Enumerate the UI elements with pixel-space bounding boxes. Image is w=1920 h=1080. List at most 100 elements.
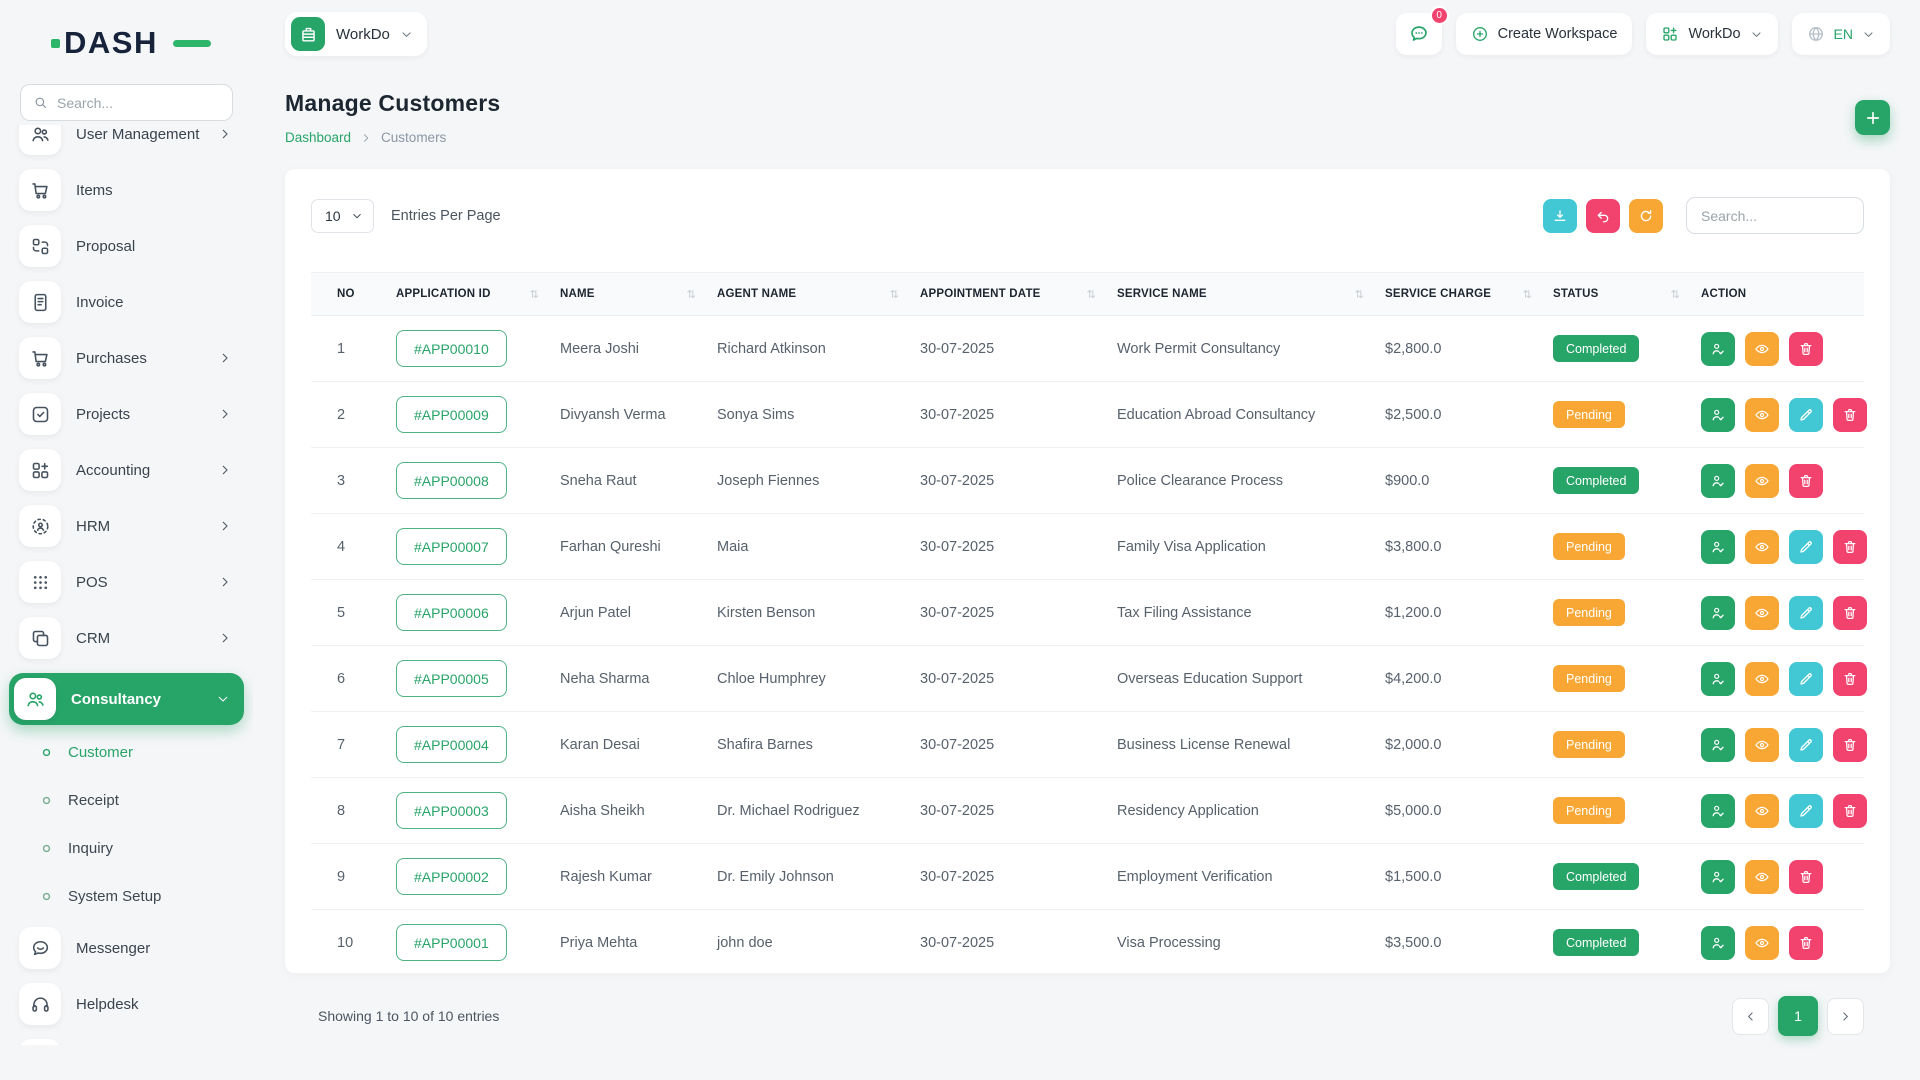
- eye-icon: [1754, 473, 1770, 489]
- sidebar-item-consultancy[interactable]: Consultancy: [9, 673, 244, 725]
- assign-agent-button[interactable]: [1701, 860, 1735, 894]
- edit-button[interactable]: [1789, 728, 1823, 762]
- sidebar-item-settings[interactable]: Settings: [13, 1039, 240, 1045]
- application-id-badge[interactable]: #APP00007: [396, 528, 507, 565]
- edit-button[interactable]: [1789, 794, 1823, 828]
- sidebar-item-hrm[interactable]: HRM: [13, 505, 240, 547]
- sidebar-item-items[interactable]: Items: [13, 169, 240, 211]
- sidebar-subitem-inquiry[interactable]: Inquiry: [13, 831, 240, 865]
- export-button[interactable]: [1543, 199, 1577, 233]
- add-customer-button[interactable]: [1855, 100, 1890, 135]
- sidebar-item-user-management[interactable]: User Management: [13, 125, 240, 155]
- column-header-appointment-date[interactable]: APPOINTMENT DATE⇅: [913, 288, 1110, 301]
- assign-agent-button[interactable]: [1701, 728, 1735, 762]
- view-button[interactable]: [1745, 728, 1779, 762]
- view-button[interactable]: [1745, 332, 1779, 366]
- view-button[interactable]: [1745, 860, 1779, 894]
- sidebar-search-input[interactable]: [57, 95, 220, 111]
- delete-button[interactable]: [1789, 860, 1823, 894]
- grid-plus-icon: [1661, 25, 1679, 43]
- column-header-name[interactable]: NAME⇅: [553, 288, 710, 301]
- column-header-agent-name[interactable]: AGENT NAME⇅: [710, 288, 913, 301]
- table-row: 1 #APP00010 Meera Joshi Richard Atkinson…: [311, 316, 1864, 382]
- assign-agent-button[interactable]: [1701, 332, 1735, 366]
- application-id-badge[interactable]: #APP00004: [396, 726, 507, 763]
- sidebar-item-invoice[interactable]: Invoice: [13, 281, 240, 323]
- sidebar-item-pos[interactable]: POS: [13, 561, 240, 603]
- status-badge: Pending: [1553, 731, 1625, 758]
- language-selector[interactable]: EN: [1792, 13, 1890, 55]
- delete-button[interactable]: [1789, 332, 1823, 366]
- appointment-date: 30-07-2025: [913, 539, 1110, 555]
- customer-name: Neha Sharma: [553, 671, 710, 687]
- refresh-button[interactable]: [1629, 199, 1663, 233]
- column-header-status[interactable]: STATUS⇅: [1546, 288, 1694, 301]
- sidebar-item-projects[interactable]: Projects: [13, 393, 240, 435]
- column-header-service-charge[interactable]: SERVICE CHARGE⇅: [1378, 288, 1546, 301]
- delete-button[interactable]: [1833, 728, 1867, 762]
- delete-button[interactable]: [1789, 926, 1823, 960]
- edit-button[interactable]: [1789, 530, 1823, 564]
- view-button[interactable]: [1745, 596, 1779, 630]
- create-workspace-button[interactable]: Create Workspace: [1456, 13, 1633, 55]
- view-button[interactable]: [1745, 530, 1779, 564]
- column-header-service-name[interactable]: SERVICE NAME⇅: [1110, 288, 1378, 301]
- sidebar-item-purchases[interactable]: Purchases: [13, 337, 240, 379]
- service-name: Overseas Education Support: [1110, 671, 1378, 687]
- view-button[interactable]: [1745, 662, 1779, 696]
- application-id-badge[interactable]: #APP00009: [396, 396, 507, 433]
- prev-page-button[interactable]: [1732, 998, 1769, 1035]
- application-id-badge[interactable]: #APP00008: [396, 462, 507, 499]
- user-check-icon: [1710, 341, 1726, 357]
- next-page-button[interactable]: [1827, 998, 1864, 1035]
- view-button[interactable]: [1745, 398, 1779, 432]
- sidebar-item-proposal[interactable]: Proposal: [13, 225, 240, 267]
- breadcrumb-dashboard[interactable]: Dashboard: [285, 130, 351, 145]
- application-id-badge[interactable]: #APP00003: [396, 792, 507, 829]
- sidebar-item-helpdesk[interactable]: Helpdesk: [13, 983, 240, 1025]
- sort-icon: ⇅: [1671, 288, 1680, 301]
- edit-button[interactable]: [1789, 398, 1823, 432]
- delete-button[interactable]: [1833, 662, 1867, 696]
- delete-button[interactable]: [1833, 596, 1867, 630]
- assign-agent-button[interactable]: [1701, 464, 1735, 498]
- delete-button[interactable]: [1789, 464, 1823, 498]
- delete-button[interactable]: [1833, 794, 1867, 828]
- sidebar-subitem-receipt[interactable]: Receipt: [13, 783, 240, 817]
- table-row: 9 #APP00002 Rajesh Kumar Dr. Emily Johns…: [311, 844, 1864, 910]
- agent-name: Joseph Fiennes: [710, 473, 913, 489]
- table-search-input[interactable]: [1686, 197, 1864, 234]
- sidebar-item-crm[interactable]: CRM: [13, 617, 240, 659]
- delete-button[interactable]: [1833, 398, 1867, 432]
- application-id-badge[interactable]: #APP00010: [396, 330, 507, 367]
- workspace-selector[interactable]: WorkDo: [285, 12, 427, 56]
- assign-agent-button[interactable]: [1701, 662, 1735, 696]
- view-button[interactable]: [1745, 464, 1779, 498]
- application-id-badge[interactable]: #APP00002: [396, 858, 507, 895]
- sidebar-subitem-system-setup[interactable]: System Setup: [13, 879, 240, 913]
- page-1-button[interactable]: 1: [1778, 996, 1818, 1036]
- sidebar-item-messenger[interactable]: Messenger: [13, 927, 240, 969]
- delete-button[interactable]: [1833, 530, 1867, 564]
- sidebar-subitem-customer[interactable]: Customer: [13, 735, 240, 769]
- entries-per-page-select[interactable]: 10: [311, 199, 374, 233]
- edit-button[interactable]: [1789, 662, 1823, 696]
- messages-button[interactable]: 0: [1396, 13, 1442, 55]
- view-button[interactable]: [1745, 794, 1779, 828]
- assign-agent-button[interactable]: [1701, 596, 1735, 630]
- workdo-menu-button[interactable]: WorkDo: [1646, 13, 1777, 55]
- assign-agent-button[interactable]: [1701, 398, 1735, 432]
- application-id-badge[interactable]: #APP00005: [396, 660, 507, 697]
- sidebar-item-accounting[interactable]: Accounting: [13, 449, 240, 491]
- globe-icon: [1807, 25, 1825, 43]
- edit-button[interactable]: [1789, 596, 1823, 630]
- application-id-badge[interactable]: #APP00006: [396, 594, 507, 631]
- assign-agent-button[interactable]: [1701, 926, 1735, 960]
- application-id-badge[interactable]: #APP00001: [396, 924, 507, 961]
- assign-agent-button[interactable]: [1701, 794, 1735, 828]
- trash-icon: [1798, 473, 1814, 489]
- view-button[interactable]: [1745, 926, 1779, 960]
- reset-button[interactable]: [1586, 199, 1620, 233]
- column-header-application-id[interactable]: APPLICATION ID⇅: [389, 288, 553, 301]
- assign-agent-button[interactable]: [1701, 530, 1735, 564]
